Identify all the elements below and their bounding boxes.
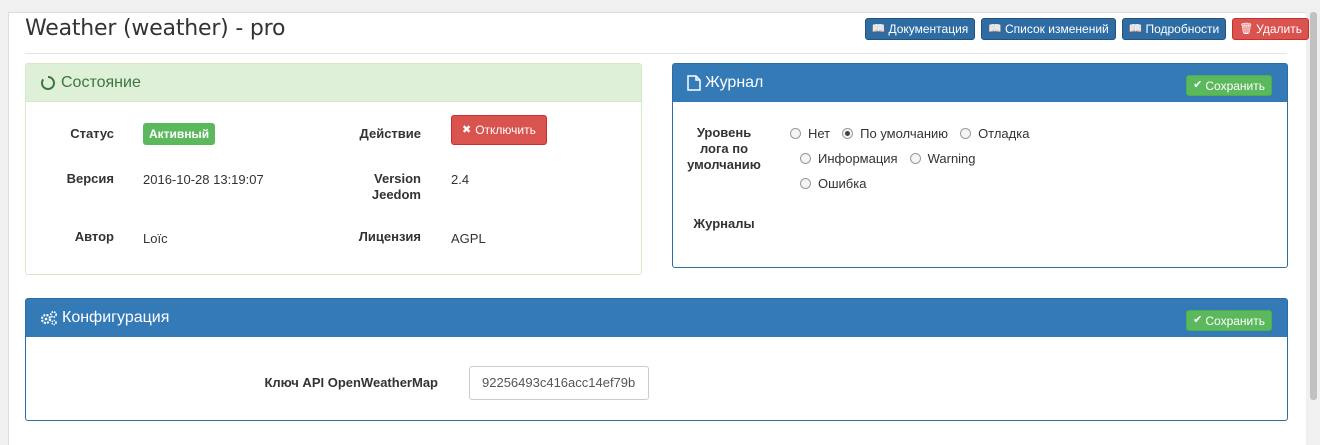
radio-debug[interactable]: Отладка — [960, 126, 1029, 141]
gears-icon — [40, 311, 57, 326]
book-icon: 📖 — [1128, 22, 1143, 35]
config-panel-header: Конфигурация ✔ Сохранить — [26, 299, 1287, 337]
disable-button[interactable]: ✖ Отключить — [451, 115, 547, 145]
log-save-button[interactable]: ✔ Сохранить — [1186, 75, 1272, 96]
api-key-input[interactable]: 92256493c416acc14ef79b — [469, 366, 649, 400]
version-label: Версия — [66, 171, 114, 186]
scrollbar[interactable] — [1307, 12, 1320, 445]
license-label: Лицензия — [358, 229, 421, 244]
log-level-label: Уровень лога по умолчанию — [687, 125, 761, 172]
radio-none-indicator[interactable] — [790, 128, 801, 139]
status-badge: Активный — [143, 123, 216, 145]
state-panel-header: Состояние — [26, 64, 641, 102]
log-level-row-2: Информация Warning — [800, 151, 980, 166]
details-button[interactable]: 📖 Подробности — [1121, 18, 1227, 40]
version-value: 2016-10-28 13:19:07 — [143, 172, 264, 187]
radio-default[interactable]: По умолчанию — [842, 126, 948, 141]
author-label: Автор — [74, 229, 114, 244]
book-icon: 📖 — [988, 22, 1002, 35]
check-circle-icon: ✔ — [1193, 314, 1203, 326]
license-value: AGPL — [451, 231, 486, 246]
trash-icon: 🗑 — [1239, 22, 1254, 35]
radio-debug-indicator[interactable] — [960, 128, 972, 139]
config-panel: Конфигурация ✔ Сохранить Ключ API OpenWe… — [25, 298, 1288, 421]
file-icon — [687, 75, 701, 91]
page-title: Weather (weather) - pro — [25, 16, 286, 41]
api-key-label: Ключ API OpenWeatherMap — [264, 375, 438, 390]
config-save-button[interactable]: ✔ Сохранить — [1186, 310, 1272, 331]
radio-none[interactable]: Нет — [790, 126, 830, 141]
log-panel-header: Журнал ✔ Сохранить — [673, 64, 1287, 102]
log-level-row-1: Нет По умолчанию Отладка — [790, 126, 1033, 141]
documentation-button[interactable]: 📖 Документация — [864, 18, 976, 40]
refresh-icon — [41, 75, 55, 90]
radio-default-indicator[interactable] — [842, 128, 854, 139]
radio-info[interactable]: Информация — [800, 151, 898, 166]
author-value: Loïc — [143, 231, 168, 246]
radio-warning-indicator[interactable] — [909, 153, 921, 164]
radio-error[interactable]: Ошибка — [800, 176, 866, 191]
scrollbar-thumb[interactable] — [1310, 12, 1317, 400]
book-icon: 📖 — [871, 22, 886, 35]
radio-warning[interactable]: Warning — [909, 151, 976, 166]
check-circle-icon: ✔ — [1193, 79, 1203, 91]
radio-error-indicator[interactable] — [800, 178, 811, 189]
status-label: Статус — [70, 126, 114, 141]
log-level-row-3: Ошибка — [800, 176, 870, 191]
state-panel: Состояние Статус Активный Действие ✖ Отк… — [25, 63, 642, 275]
jeedom-version-label: Version Jeedom — [371, 171, 421, 202]
jeedom-version-value: 2.4 — [451, 172, 470, 187]
delete-button[interactable]: 🗑 Удалить — [1232, 18, 1309, 40]
close-icon: ✖ — [462, 123, 472, 136]
logs-label: Журналы — [693, 216, 755, 231]
title-divider — [25, 53, 1287, 54]
log-panel: Журнал ✔ Сохранить Уровень лога по умолч… — [672, 63, 1288, 268]
action-label: Действие — [359, 126, 421, 141]
changelog-button[interactable]: 📖 Список изменений — [981, 18, 1116, 40]
top-toolbar: 📖 Документация 📖 Список изменений 📖 Подр… — [864, 18, 1309, 40]
radio-info-indicator[interactable] — [800, 153, 811, 164]
